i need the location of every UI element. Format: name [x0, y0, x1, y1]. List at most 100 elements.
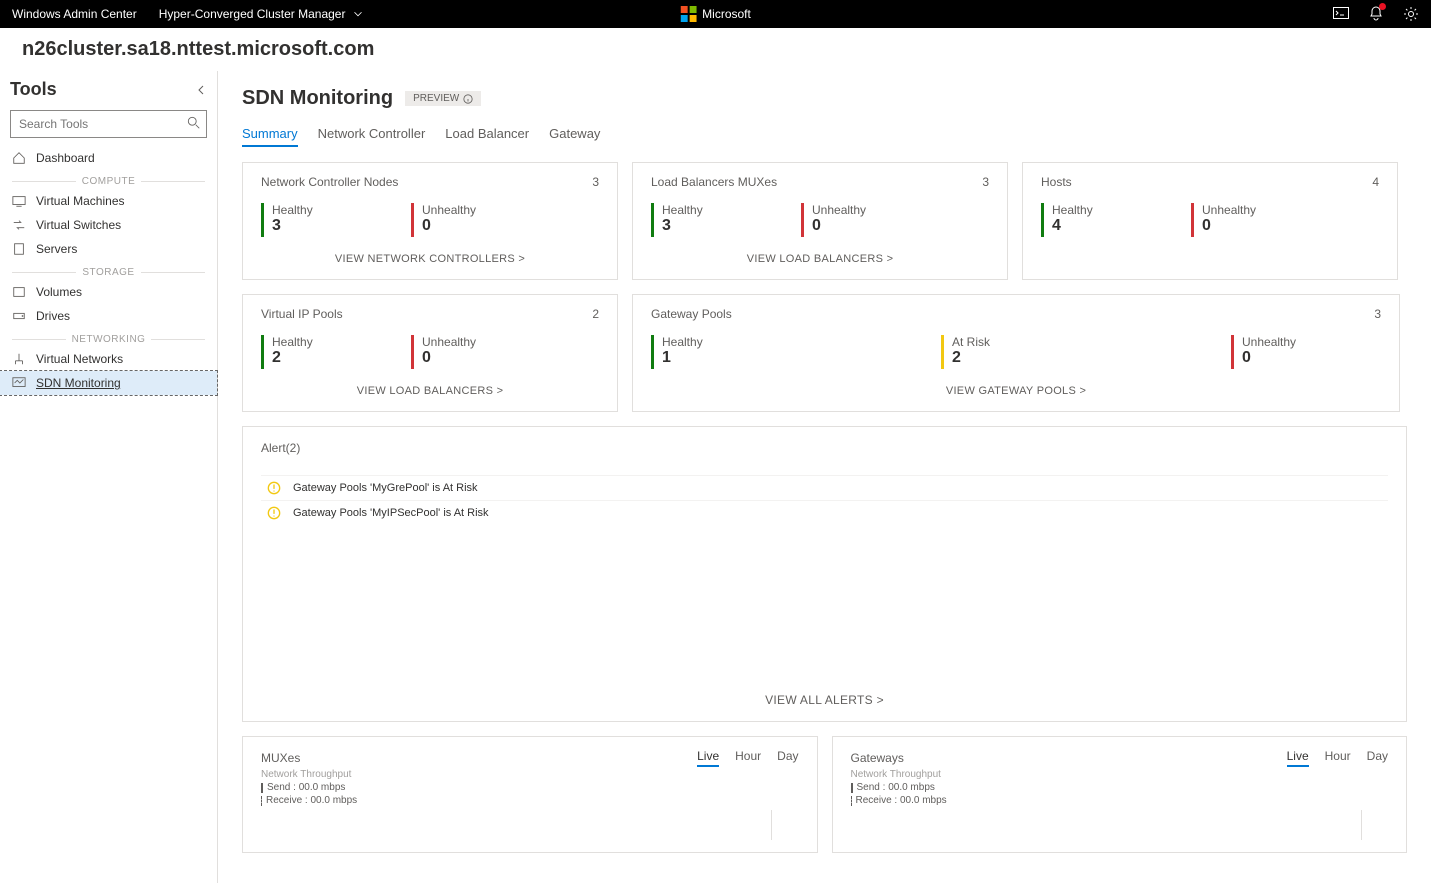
sidebar-item-label: Servers: [36, 242, 77, 256]
warning-icon: [267, 506, 281, 520]
gear-icon[interactable]: [1403, 6, 1419, 22]
card-hosts: Hosts4 Healthy4 Unhealthy0: [1022, 162, 1398, 280]
stat-label: Healthy: [272, 203, 313, 217]
time-tab-hour[interactable]: Hour: [735, 749, 761, 767]
microsoft-label: Microsoft: [702, 7, 751, 21]
card-count: 3: [982, 175, 989, 189]
time-tab-day[interactable]: Day: [1367, 749, 1388, 767]
stat-value: 3: [662, 217, 703, 235]
switch-icon: [12, 218, 26, 232]
card-title: Network Controller Nodes: [261, 175, 398, 189]
card-count: 3: [592, 175, 599, 189]
view-load-balancers-link-2[interactable]: VIEW LOAD BALANCERS >: [261, 379, 599, 403]
stat-value: 2: [272, 349, 313, 367]
tab-network-controller[interactable]: Network Controller: [318, 122, 426, 147]
separator-compute: COMPUTE: [76, 176, 142, 187]
alert-row[interactable]: Gateway Pools 'MyGrePool' is At Risk: [261, 475, 1388, 500]
search-tools[interactable]: [10, 110, 207, 138]
sidebar-item-label: SDN Monitoring: [36, 376, 121, 390]
stat-label: Unhealthy: [422, 203, 476, 217]
card-count: 4: [1372, 175, 1379, 189]
manager-dropdown[interactable]: Hyper-Converged Cluster Manager: [159, 7, 366, 21]
search-icon: [187, 116, 201, 130]
stat-value: 1: [662, 349, 703, 367]
console-icon[interactable]: [1333, 7, 1349, 21]
sidebar-item-vswitch[interactable]: Virtual Switches: [0, 213, 217, 237]
sidebar-item-volumes[interactable]: Volumes: [0, 280, 217, 304]
vm-icon: [12, 194, 26, 208]
stat-value: 0: [422, 217, 476, 235]
stat-label: Healthy: [272, 335, 313, 349]
tab-load-balancer[interactable]: Load Balancer: [445, 122, 529, 147]
alert-text: Gateway Pools 'MyGrePool' is At Risk: [293, 482, 478, 494]
sidebar-item-dashboard[interactable]: Dashboard: [0, 146, 217, 170]
stat-label: Unhealthy: [812, 203, 866, 217]
topbar: Windows Admin Center Hyper-Converged Clu…: [0, 0, 1431, 28]
sidebar-item-sdn[interactable]: SDN Monitoring: [0, 371, 217, 395]
server-icon: [12, 242, 26, 256]
sidebar-item-label: Virtual Switches: [36, 218, 121, 232]
chart-title: MUXes: [261, 751, 300, 765]
sidebar-item-label: Drives: [36, 309, 70, 323]
chart-gateways: Gateways Live Hour Day Network Throughpu…: [832, 736, 1408, 853]
sidebar-item-vnet[interactable]: Virtual Networks: [0, 347, 217, 371]
tab-gateway[interactable]: Gateway: [549, 122, 600, 147]
stat-label: Healthy: [662, 335, 703, 349]
card-gateway-pools: Gateway Pools3 Healthy1 At Risk2 Unhealt…: [632, 294, 1400, 412]
view-gateway-pools-link[interactable]: VIEW GATEWAY POOLS >: [651, 379, 1381, 403]
tools-title: Tools: [10, 79, 57, 100]
search-input[interactable]: [10, 110, 207, 138]
throughput-label: Network Throughput: [261, 769, 799, 780]
chevron-down-icon: [351, 7, 365, 21]
card-virtual-ip-pools: Virtual IP Pools2 Healthy2 Unhealthy0 VI…: [242, 294, 618, 412]
receive-value: Receive : 00.0 mbps: [856, 795, 947, 806]
stat-value: 0: [1202, 217, 1256, 235]
stat-value: 0: [422, 349, 476, 367]
stat-value: 0: [812, 217, 866, 235]
alerts-card: Alert(2) Gateway Pools 'MyGrePool' is At…: [242, 426, 1407, 722]
sidebar: Tools Dashboard COMPUTE Virtual Machines…: [0, 71, 218, 883]
stat-value: 4: [1052, 217, 1093, 235]
view-all-alerts-link[interactable]: VIEW ALL ALERTS >: [261, 685, 1388, 707]
preview-label: PREVIEW: [413, 93, 459, 104]
time-tab-hour[interactable]: Hour: [1325, 749, 1351, 767]
monitor-icon: [12, 376, 26, 390]
time-tab-live[interactable]: Live: [697, 749, 719, 767]
send-value: Send : 00.0 mbps: [857, 782, 935, 793]
page-title: SDN Monitoring: [242, 87, 393, 110]
card-load-balancers-muxes: Load Balancers MUXes3 Healthy3 Unhealthy…: [632, 162, 1008, 280]
stat-value: 0: [1242, 349, 1296, 367]
tab-summary[interactable]: Summary: [242, 122, 298, 147]
chart-area: [1361, 810, 1362, 840]
notifications-icon[interactable]: [1369, 6, 1383, 22]
chart-area: [771, 810, 772, 840]
sidebar-item-label: Volumes: [36, 285, 82, 299]
info-icon: [463, 94, 473, 104]
sidebar-item-drives[interactable]: Drives: [0, 304, 217, 328]
view-load-balancers-link[interactable]: VIEW LOAD BALANCERS >: [651, 247, 989, 271]
warning-icon: [267, 481, 281, 495]
sidebar-item-label: Virtual Networks: [36, 352, 123, 366]
preview-badge: PREVIEW: [405, 91, 481, 106]
chevron-left-icon[interactable]: [195, 84, 207, 96]
microsoft-logo: Microsoft: [680, 6, 751, 22]
card-network-controller-nodes: Network Controller Nodes3 Healthy3 Unhea…: [242, 162, 618, 280]
alerts-title: Alert(2): [261, 441, 1388, 455]
stat-label: At Risk: [952, 335, 990, 349]
stat-value: 3: [272, 217, 313, 235]
separator-networking: NETWORKING: [66, 334, 152, 345]
sidebar-item-servers[interactable]: Servers: [0, 237, 217, 261]
main-content: SDN Monitoring PREVIEW Summary Network C…: [218, 71, 1431, 883]
volume-icon: [12, 285, 26, 299]
alert-row[interactable]: Gateway Pools 'MyIPSecPool' is At Risk: [261, 500, 1388, 525]
view-network-controllers-link[interactable]: VIEW NETWORK CONTROLLERS >: [261, 247, 599, 271]
card-title: Virtual IP Pools: [261, 307, 343, 321]
time-tab-day[interactable]: Day: [777, 749, 798, 767]
stat-label: Unhealthy: [422, 335, 476, 349]
stat-label: Unhealthy: [1242, 335, 1296, 349]
time-tab-live[interactable]: Live: [1287, 749, 1309, 767]
notification-badge: [1379, 3, 1386, 10]
card-title: Load Balancers MUXes: [651, 175, 777, 189]
sidebar-item-vm[interactable]: Virtual Machines: [0, 189, 217, 213]
stat-label: Healthy: [1052, 203, 1093, 217]
